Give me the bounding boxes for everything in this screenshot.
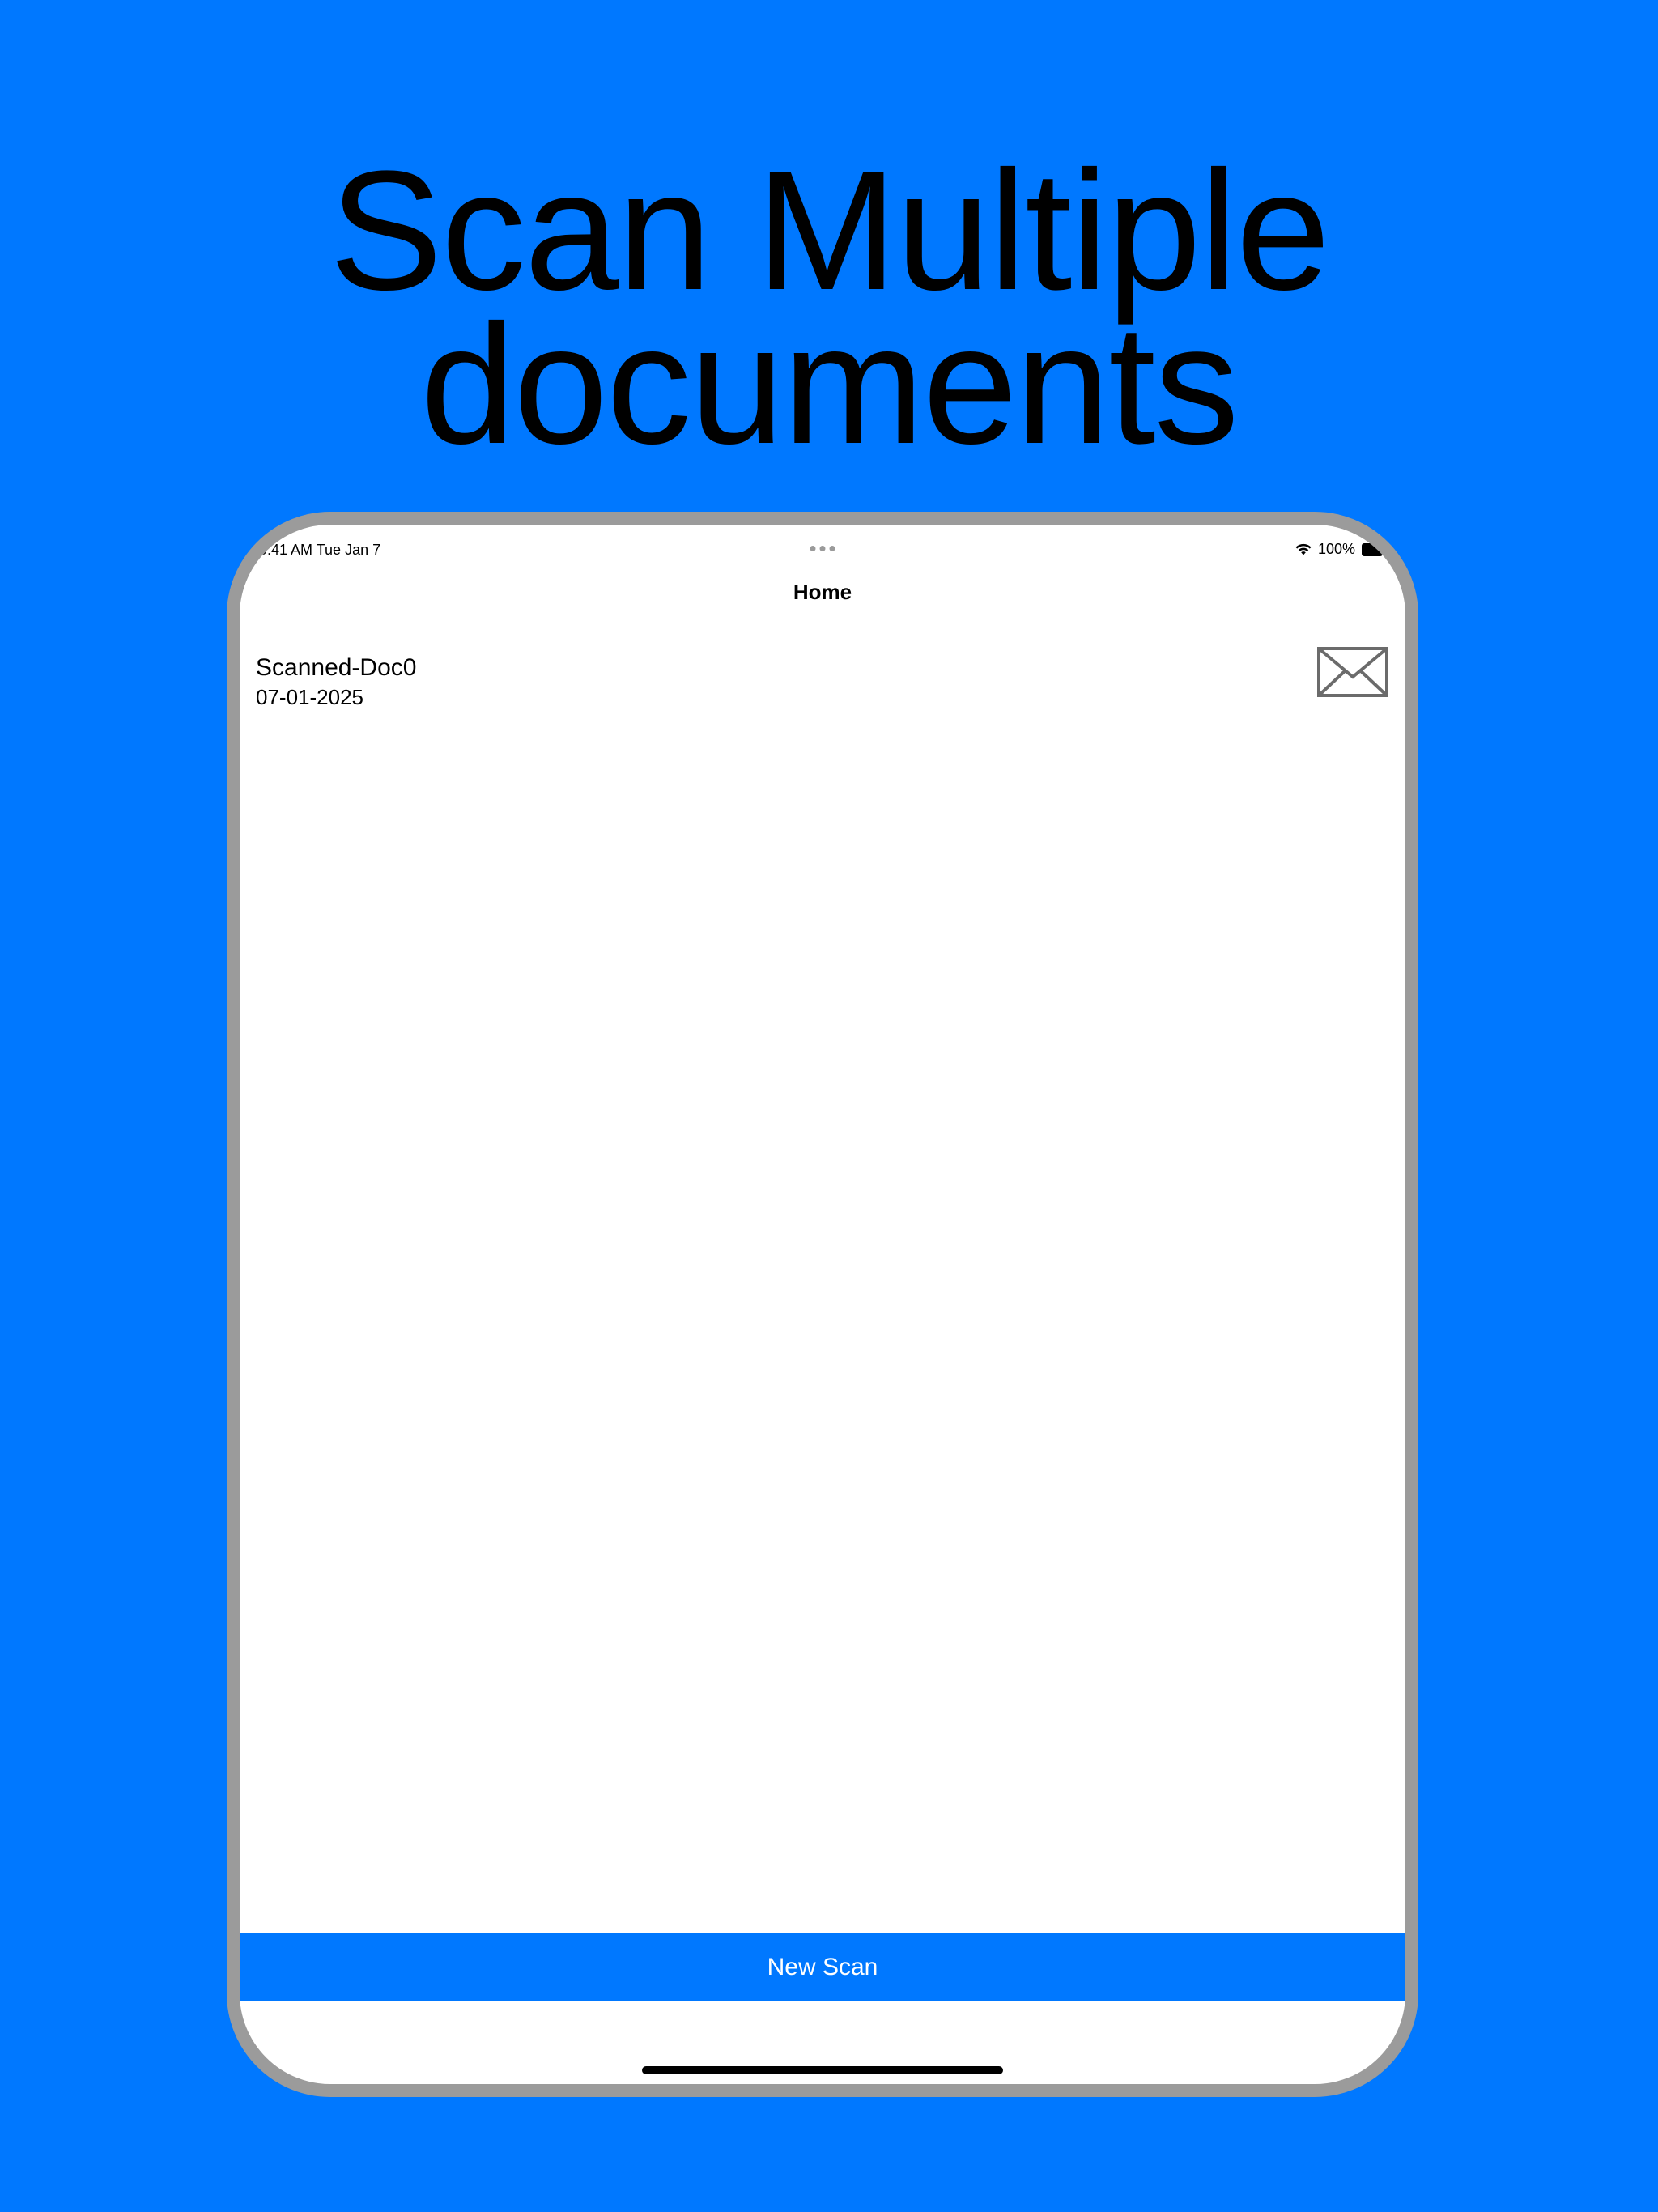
mail-icon[interactable] — [1316, 646, 1389, 698]
headline: Scan Multiple documents — [0, 135, 1658, 479]
wifi-icon — [1295, 543, 1312, 556]
battery-icon — [1362, 542, 1383, 556]
device-frame: 9:41 AM Tue Jan 7 100% Home Scanned-Doc0… — [227, 512, 1418, 2097]
document-name: Scanned-Doc0 — [256, 654, 417, 681]
headline-line-2: documents — [420, 289, 1239, 479]
new-scan-button[interactable]: New Scan — [240, 1933, 1405, 2001]
status-right: 100% — [1295, 541, 1383, 558]
status-bar: 9:41 AM Tue Jan 7 100% — [240, 525, 1405, 558]
headline-line-1: Scan Multiple — [329, 135, 1331, 325]
document-date: 07-01-2025 — [256, 685, 363, 709]
page-title: Home — [793, 580, 852, 604]
multitasking-dots-icon[interactable] — [810, 546, 835, 551]
battery-percentage: 100% — [1317, 541, 1355, 557]
home-indicator[interactable] — [642, 2066, 1003, 2074]
status-time: 9:41 AM Tue Jan 7 — [259, 542, 381, 558]
list-item[interactable]: Scanned-Doc0 07-01-2025 — [240, 647, 1405, 727]
